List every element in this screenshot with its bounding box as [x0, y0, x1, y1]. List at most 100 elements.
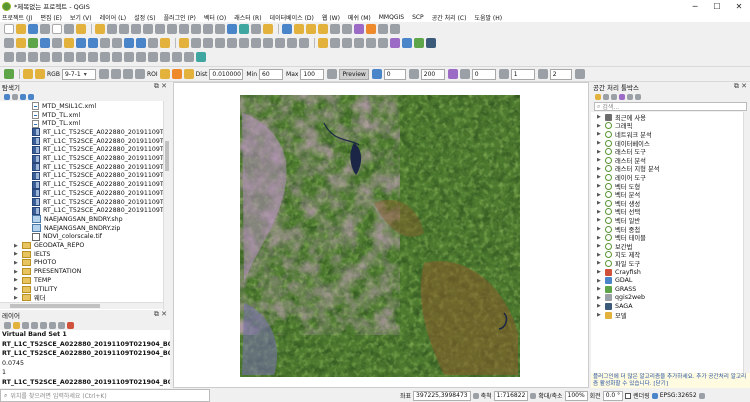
- messages-icon[interactable]: [698, 392, 705, 399]
- label-move-icon[interactable]: [354, 38, 364, 48]
- vertex-editor-icon[interactable]: [196, 52, 206, 62]
- roi-add-icon[interactable]: [159, 69, 170, 79]
- expand-arrow-icon[interactable]: ▶: [597, 269, 603, 275]
- save-project-icon[interactable]: [28, 24, 38, 34]
- classification-icon[interactable]: [371, 69, 382, 79]
- toolbox-item[interactable]: ▶ 파일 도구: [597, 259, 640, 268]
- map-canvas[interactable]: [173, 82, 589, 388]
- layer-row[interactable]: RT_L1C_T52SCE_A022880_20191109T021904_B0…: [2, 350, 170, 357]
- expand-arrow-icon[interactable]: ▶: [597, 303, 603, 309]
- toolbox-item[interactable]: ▶ 네트워크 분석: [597, 130, 652, 139]
- toolbox-item[interactable]: ▶ 벡터 도형: [597, 182, 640, 191]
- simplify-icon[interactable]: [40, 52, 50, 62]
- browser-item[interactable]: RT_L1C_T52SCE_A022880_20191109T0219(: [32, 137, 170, 146]
- pan-to-selection-icon[interactable]: [107, 24, 117, 34]
- zoom-out-icon[interactable]: [131, 24, 141, 34]
- expand-arrow-icon[interactable]: ▶: [597, 183, 603, 189]
- layer-row[interactable]: Virtual Band Set 1: [2, 331, 67, 338]
- menu-item[interactable]: 데이터베이스 (D): [270, 13, 314, 22]
- preview-button[interactable]: Preview: [339, 68, 369, 80]
- vertex-tool-icon[interactable]: [227, 38, 237, 48]
- expand-arrow-icon[interactable]: ▶: [597, 114, 603, 120]
- toolbox-item[interactable]: ▶ GDAL: [597, 276, 632, 285]
- preview-size-input[interactable]: 200: [420, 68, 445, 80]
- rotate-symbol-icon[interactable]: [184, 52, 194, 62]
- expand-arrow-icon[interactable]: ▶: [597, 131, 603, 137]
- collapse-icon[interactable]: [20, 93, 26, 100]
- python-console-icon[interactable]: [390, 38, 400, 48]
- browser-item[interactable]: RT_L1C_T52SCE_A022880_20191109T0219(: [32, 189, 170, 198]
- crs-globe-icon[interactable]: [651, 392, 658, 399]
- cut-icon[interactable]: [251, 38, 261, 48]
- reshape-icon[interactable]: [112, 52, 122, 62]
- label-pin-icon[interactable]: [330, 38, 340, 48]
- add-oracle-icon[interactable]: [112, 38, 122, 48]
- browser-item[interactable]: RT_L1C_T52SCE_A022880_20191109T0219(: [32, 198, 170, 207]
- band-b-input[interactable]: 1: [510, 68, 535, 80]
- layout-manager-icon[interactable]: [64, 24, 74, 34]
- toolbox-item[interactable]: ▶ 벡터 선택: [597, 208, 640, 216]
- locator-search-input[interactable]: ⌕ 위치를 찾으려면 입력하세요 (Ctrl+K): [0, 389, 210, 402]
- close-button[interactable]: ✕: [728, 0, 750, 12]
- toolbox-item[interactable]: ▶ Crayfish: [597, 268, 641, 277]
- menu-item[interactable]: 프로젝트 (J): [2, 13, 32, 22]
- add-mesh-icon[interactable]: [52, 38, 62, 48]
- print-layout-icon[interactable]: [52, 24, 62, 34]
- expand-all-icon[interactable]: [49, 321, 56, 329]
- label-icon[interactable]: [318, 38, 328, 48]
- expand-arrow-icon[interactable]: ▶: [597, 174, 603, 180]
- preview-pointer-icon[interactable]: [447, 69, 458, 79]
- add-vector-icon[interactable]: [28, 38, 38, 48]
- expand-arrow-icon[interactable]: ▶: [14, 243, 20, 249]
- browser-item[interactable]: MTD_MSIL1C.xml: [32, 102, 96, 111]
- band-combination-select[interactable]: 9-7-1: [61, 68, 96, 80]
- zoom-image-icon[interactable]: [122, 69, 133, 79]
- temporal-icon[interactable]: [239, 24, 249, 34]
- new-geopackage-icon[interactable]: [16, 38, 26, 48]
- map-themes-icon[interactable]: [22, 321, 29, 329]
- toolbox-item[interactable]: ▶ SAGA: [597, 302, 633, 311]
- style-manager-icon[interactable]: [76, 24, 86, 34]
- expand-arrow-icon[interactable]: ▶: [597, 235, 603, 241]
- expand-arrow-icon[interactable]: ▶: [14, 269, 20, 275]
- expand-arrow-icon[interactable]: ▶: [597, 243, 603, 249]
- browser-horizontal-scrollbar[interactable]: [0, 302, 163, 309]
- expand-arrow-icon[interactable]: ▶: [597, 286, 603, 292]
- save-as-icon[interactable]: [40, 24, 50, 34]
- pan-icon[interactable]: [95, 24, 105, 34]
- toolbox-item[interactable]: ▶ 래스터 지형 분석: [597, 165, 660, 173]
- menu-item[interactable]: MMQGIS: [379, 14, 404, 21]
- layer-row[interactable]: RT_L1C_T52SCE_A022880_20191109T021904_B0…: [2, 379, 170, 386]
- zoom-native-icon[interactable]: [191, 24, 201, 34]
- browser-vertical-scrollbar[interactable]: [163, 101, 170, 310]
- browser-item[interactable]: ▶ 웨더: [14, 293, 46, 302]
- toolbox-panel-close-icon[interactable]: ⧉ ✕: [734, 82, 747, 91]
- menu-item[interactable]: 래스터 (R): [234, 13, 261, 22]
- move-feature-icon[interactable]: [16, 52, 26, 62]
- add-spatialite-icon[interactable]: [76, 38, 86, 48]
- toolbox-item[interactable]: ▶ 보간법: [597, 242, 632, 251]
- expand-arrow-icon[interactable]: ▶: [597, 140, 603, 146]
- layer-row[interactable]: RT_L1C_T52SCE_A022880_20191109T021904_B0…: [2, 341, 170, 348]
- band-c-input[interactable]: 2: [549, 68, 572, 80]
- menu-item[interactable]: 벡터 (O): [204, 13, 226, 22]
- layer-row[interactable]: 1: [2, 369, 6, 376]
- browser-panel-close-icon[interactable]: ⧉ ✕: [154, 82, 167, 91]
- layers-panel-close-icon[interactable]: ⧉ ✕: [154, 310, 167, 319]
- pointer-icon[interactable]: [459, 69, 470, 79]
- toolbox-vertical-scrollbar[interactable]: [743, 112, 750, 373]
- toolbox-item[interactable]: ▶ 그래픽: [597, 122, 632, 130]
- select-features-icon[interactable]: [294, 24, 304, 34]
- collapse-all-icon[interactable]: [58, 321, 65, 329]
- add-ring-icon[interactable]: [52, 52, 62, 62]
- browser-item[interactable]: NAEJANGSAN_BNDRY.shp: [32, 215, 123, 224]
- data-source-manager-icon[interactable]: [4, 38, 14, 48]
- identify-icon[interactable]: [282, 24, 292, 34]
- toolbox-item[interactable]: ▶ GRASS: [597, 285, 636, 294]
- browser-item[interactable]: RT_L1C_T52SCE_A022880_20191109T0219(: [32, 180, 170, 189]
- expand-arrow-icon[interactable]: ▶: [597, 312, 603, 318]
- toolbox-item[interactable]: ▶ 레이어 도구: [597, 173, 646, 182]
- undo-icon[interactable]: [287, 38, 297, 48]
- stretch-cumulative-icon[interactable]: [110, 69, 121, 79]
- add-wms-icon[interactable]: [124, 38, 134, 48]
